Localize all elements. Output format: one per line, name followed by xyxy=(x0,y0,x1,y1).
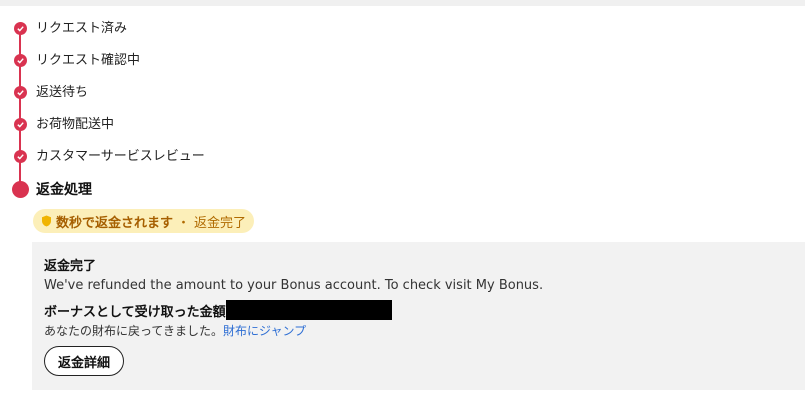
amount-label: ボーナスとして受け取った金額： xyxy=(44,305,239,320)
badge-status-text: 返金完了 xyxy=(194,215,247,231)
wallet-link[interactable]: 財布にジャンプ xyxy=(223,324,306,338)
check-icon xyxy=(14,118,27,131)
timeline-step-label: リクエスト確認中 xyxy=(36,53,141,68)
redacted-amount xyxy=(226,300,392,320)
timeline-step-label: お荷物配送中 xyxy=(36,117,115,132)
check-icon xyxy=(14,86,27,99)
wallet-notice: あなたの財布に戻ってきました。財布にジャンプ xyxy=(44,322,306,339)
check-icon xyxy=(14,22,27,35)
timeline-step-label: リクエスト済み xyxy=(36,21,128,36)
badge-speed-text: 数秒で返金されます xyxy=(56,215,174,231)
check-icon xyxy=(14,54,27,67)
shield-icon xyxy=(42,215,51,227)
timeline-step-label: カスタマーサービスレビュー xyxy=(36,149,205,164)
badge-separator: ・ xyxy=(177,215,191,231)
refund-message: We've refunded the amount to your Bonus … xyxy=(44,278,544,293)
refund-status-badge: 数秒で返金されます ・ 返金完了 xyxy=(33,209,255,233)
top-divider xyxy=(0,0,805,6)
timeline-line xyxy=(19,26,21,192)
current-step-label: 返金処理 xyxy=(36,182,92,198)
refund-complete-panel: 返金完了 We've refunded the amount to your B… xyxy=(32,242,805,390)
panel-title: 返金完了 xyxy=(44,259,97,274)
check-icon xyxy=(14,150,27,163)
timeline-step-label: 返送待ち xyxy=(36,85,89,100)
refund-details-button[interactable]: 返金詳細 xyxy=(44,346,124,376)
wallet-notice-text: あなたの財布に戻ってきました。 xyxy=(44,324,224,338)
current-step-dot xyxy=(12,181,29,198)
